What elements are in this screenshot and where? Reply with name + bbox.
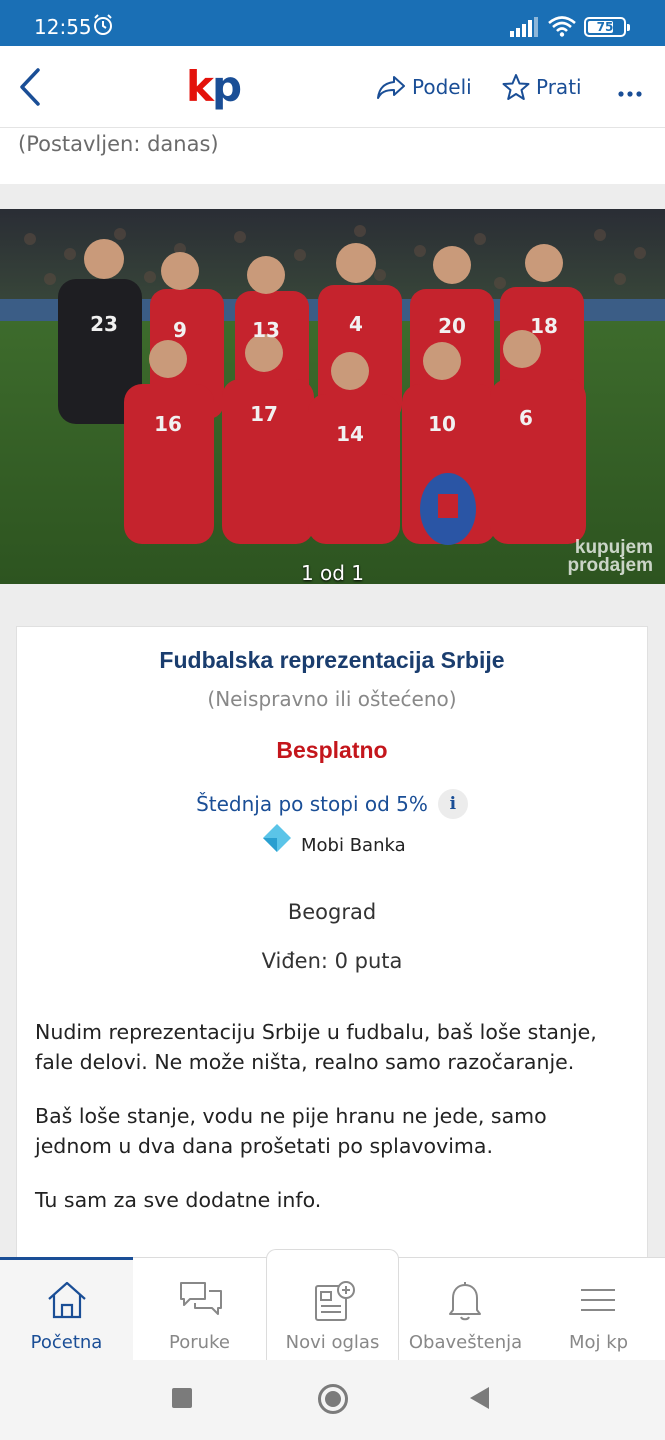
nav-new-ad-label: Novi oglas	[285, 1332, 380, 1353]
nav-my-kp-label: Moj kp	[568, 1332, 629, 1353]
info-icon[interactable]: i	[437, 789, 468, 819]
description-paragraph-2: Baš loše stanje, vodu ne pije hranu ne j…	[35, 1104, 547, 1158]
star-icon	[502, 74, 530, 100]
status-time: 12:55	[34, 15, 92, 39]
ad-views: Viđen: 0 puta	[261, 949, 403, 973]
share-icon	[377, 76, 405, 99]
nav-notifications[interactable]: Obaveštenja	[399, 1258, 532, 1361]
recent-apps-button[interactable]	[172, 1388, 192, 1408]
back-button[interactable]	[12, 64, 48, 110]
posted-row: (Postavljen: danas)	[0, 128, 665, 184]
posted-date: (Postavljen: danas)	[18, 132, 219, 156]
app-bar: kp Podeli Prati	[0, 46, 665, 128]
ad-condition: (Neispravno ili oštećeno)	[207, 687, 457, 711]
jersey-number: 4	[349, 312, 363, 336]
more-options-icon[interactable]	[612, 74, 646, 104]
nav-messages-label: Poruke	[169, 1332, 230, 1353]
team-photo[interactable]: 23 9 13 4 20 18 16 17 14 10 6	[0, 209, 665, 584]
ad-price: Besplatno	[276, 737, 388, 763]
logo-letter-k: k	[186, 62, 214, 111]
photo-gallery[interactable]: 23 9 13 4 20 18 16 17 14 10 6 kupujem prodajem 1 od…	[0, 209, 665, 584]
share-button[interactable]: Podeli	[376, 72, 472, 102]
jersey-number: 9	[173, 318, 187, 342]
bank-logo[interactable]: Mobi Banka	[259, 819, 406, 859]
ad-location: Beograd	[287, 900, 377, 924]
jersey-number: 20	[438, 314, 466, 338]
system-navigation-bar	[0, 1360, 665, 1440]
home-icon	[48, 1281, 86, 1319]
savings-row[interactable]: Štednja po stopi od 5% i	[17, 789, 647, 819]
bell-icon	[449, 1282, 481, 1321]
messages-icon	[180, 1282, 222, 1315]
system-back-button[interactable]	[470, 1387, 489, 1409]
jersey-number: 23	[90, 312, 118, 336]
nav-home-label: Početna	[30, 1332, 103, 1353]
alarm-icon	[94, 14, 112, 35]
jersey-number: 14	[336, 422, 364, 446]
description-paragraph-1: Nudim reprezentaciju Srbije u fudbalu, b…	[35, 1020, 597, 1074]
jersey-number: 17	[250, 402, 278, 426]
follow-button[interactable]: Prati	[502, 72, 582, 102]
nav-my-kp[interactable]: Moj kp	[532, 1258, 665, 1361]
ad-details-card: Fudbalska reprezentacija Srbije (Neispra…	[16, 626, 648, 1266]
description-paragraph-3: Tu sam za sve dodatne info.	[35, 1188, 322, 1212]
nav-home[interactable]: Početna	[0, 1257, 133, 1361]
follow-label: Prati	[536, 75, 582, 99]
jersey-number: 16	[154, 412, 182, 436]
status-bar: 12:55 75	[0, 0, 665, 46]
gallery-counter: 1 od 1	[300, 561, 365, 584]
bottom-navigation: Početna Poruke Novi oglas Obaveštenja Mo…	[0, 1249, 665, 1361]
bank-name: Mobi Banka	[301, 834, 406, 856]
nav-messages[interactable]: Poruke	[133, 1258, 266, 1361]
jersey-number: 6	[519, 406, 533, 430]
share-label: Podeli	[412, 75, 472, 99]
logo-letter-p: p	[211, 62, 242, 111]
wifi-icon	[548, 16, 576, 37]
battery-level: 75	[596, 20, 614, 34]
nav-notifications-label: Obaveštenja	[408, 1332, 523, 1353]
jersey-number: 18	[530, 314, 558, 338]
signal-icon	[510, 17, 538, 37]
kp-logo[interactable]: kp	[186, 62, 242, 112]
jersey-number: 13	[252, 318, 280, 342]
nav-new-ad[interactable]: Novi oglas	[266, 1258, 399, 1361]
mobi-banka-logo-icon	[263, 824, 291, 852]
ad-title: Fudbalska reprezentacija Srbije	[159, 647, 505, 673]
savings-text[interactable]: Štednja po stopi od 5%	[196, 792, 428, 816]
home-button[interactable]	[318, 1384, 348, 1414]
menu-icon	[581, 1289, 615, 1311]
jersey-number: 10	[428, 412, 456, 436]
battery-icon: 75	[584, 17, 630, 37]
new-ad-icon	[315, 1281, 355, 1321]
